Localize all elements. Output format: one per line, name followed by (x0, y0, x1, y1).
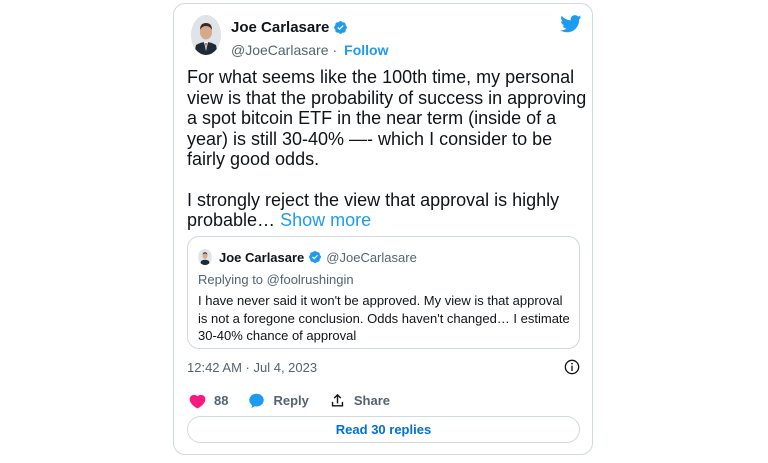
tweet-actions: 88 Reply Share (189, 392, 410, 409)
quoted-author-name: Joe Carlasare (219, 249, 305, 265)
verified-badge-icon (333, 20, 348, 35)
tweet-text: For what seems like the 100th time, my p… (187, 67, 587, 231)
author-avatar[interactable] (191, 15, 221, 55)
author-avatar-image (191, 15, 221, 55)
author-name[interactable]: Joe Carlasare (231, 19, 329, 36)
embedded-tweet-card: Joe Carlasare @JoeCarlasare · Follow For… (173, 3, 593, 455)
share-upload-icon (331, 393, 344, 407)
show-more-link[interactable]: Show more (280, 210, 371, 230)
share-label: Share (353, 393, 391, 408)
twitter-bird-icon[interactable] (560, 15, 582, 33)
quoted-author-handle: @JoeCarlasare (326, 249, 417, 265)
heart-icon (189, 394, 206, 409)
follow-button[interactable]: Follow (344, 42, 388, 58)
verified-badge-icon (308, 250, 322, 264)
read-replies-label: Read 30 replies (335, 422, 432, 437)
quoted-tweet[interactable]: Joe Carlasare @JoeCarlasare Replying to … (187, 236, 580, 349)
quoted-tweet-text: I have never said it won't be approved. … (198, 293, 570, 343)
speech-bubble-icon (249, 393, 265, 408)
tweet-meta: 12:42 AM · Jul 4, 2023 (187, 358, 580, 376)
tweet-paragraph-1: For what seems like the 100th time, my p… (187, 67, 587, 169)
tweet-paragraph-2: I strongly reject the view that approval… (187, 190, 587, 231)
share-button[interactable]: Share (329, 392, 390, 409)
author-info: Joe Carlasare @JoeCarlasare · Follow (231, 17, 388, 59)
author-handle[interactable]: @JoeCarlasare (231, 42, 328, 58)
read-replies-button[interactable]: Read 30 replies (187, 416, 580, 443)
reply-button[interactable]: Reply (248, 392, 309, 409)
like-button[interactable]: 88 (189, 393, 228, 409)
replying-to-label: Replying to @foolrushingin (198, 272, 354, 287)
info-icon[interactable] (564, 359, 580, 375)
reply-label: Reply (273, 393, 309, 408)
like-count: 88 (214, 393, 229, 408)
quoted-author-avatar (198, 249, 212, 265)
tweet-paragraph-2-text: I strongly reject the view that approval… (187, 189, 560, 231)
tweet-timestamp[interactable]: 12:42 AM · Jul 4, 2023 (187, 360, 317, 375)
separator-dot: · (332, 42, 338, 58)
